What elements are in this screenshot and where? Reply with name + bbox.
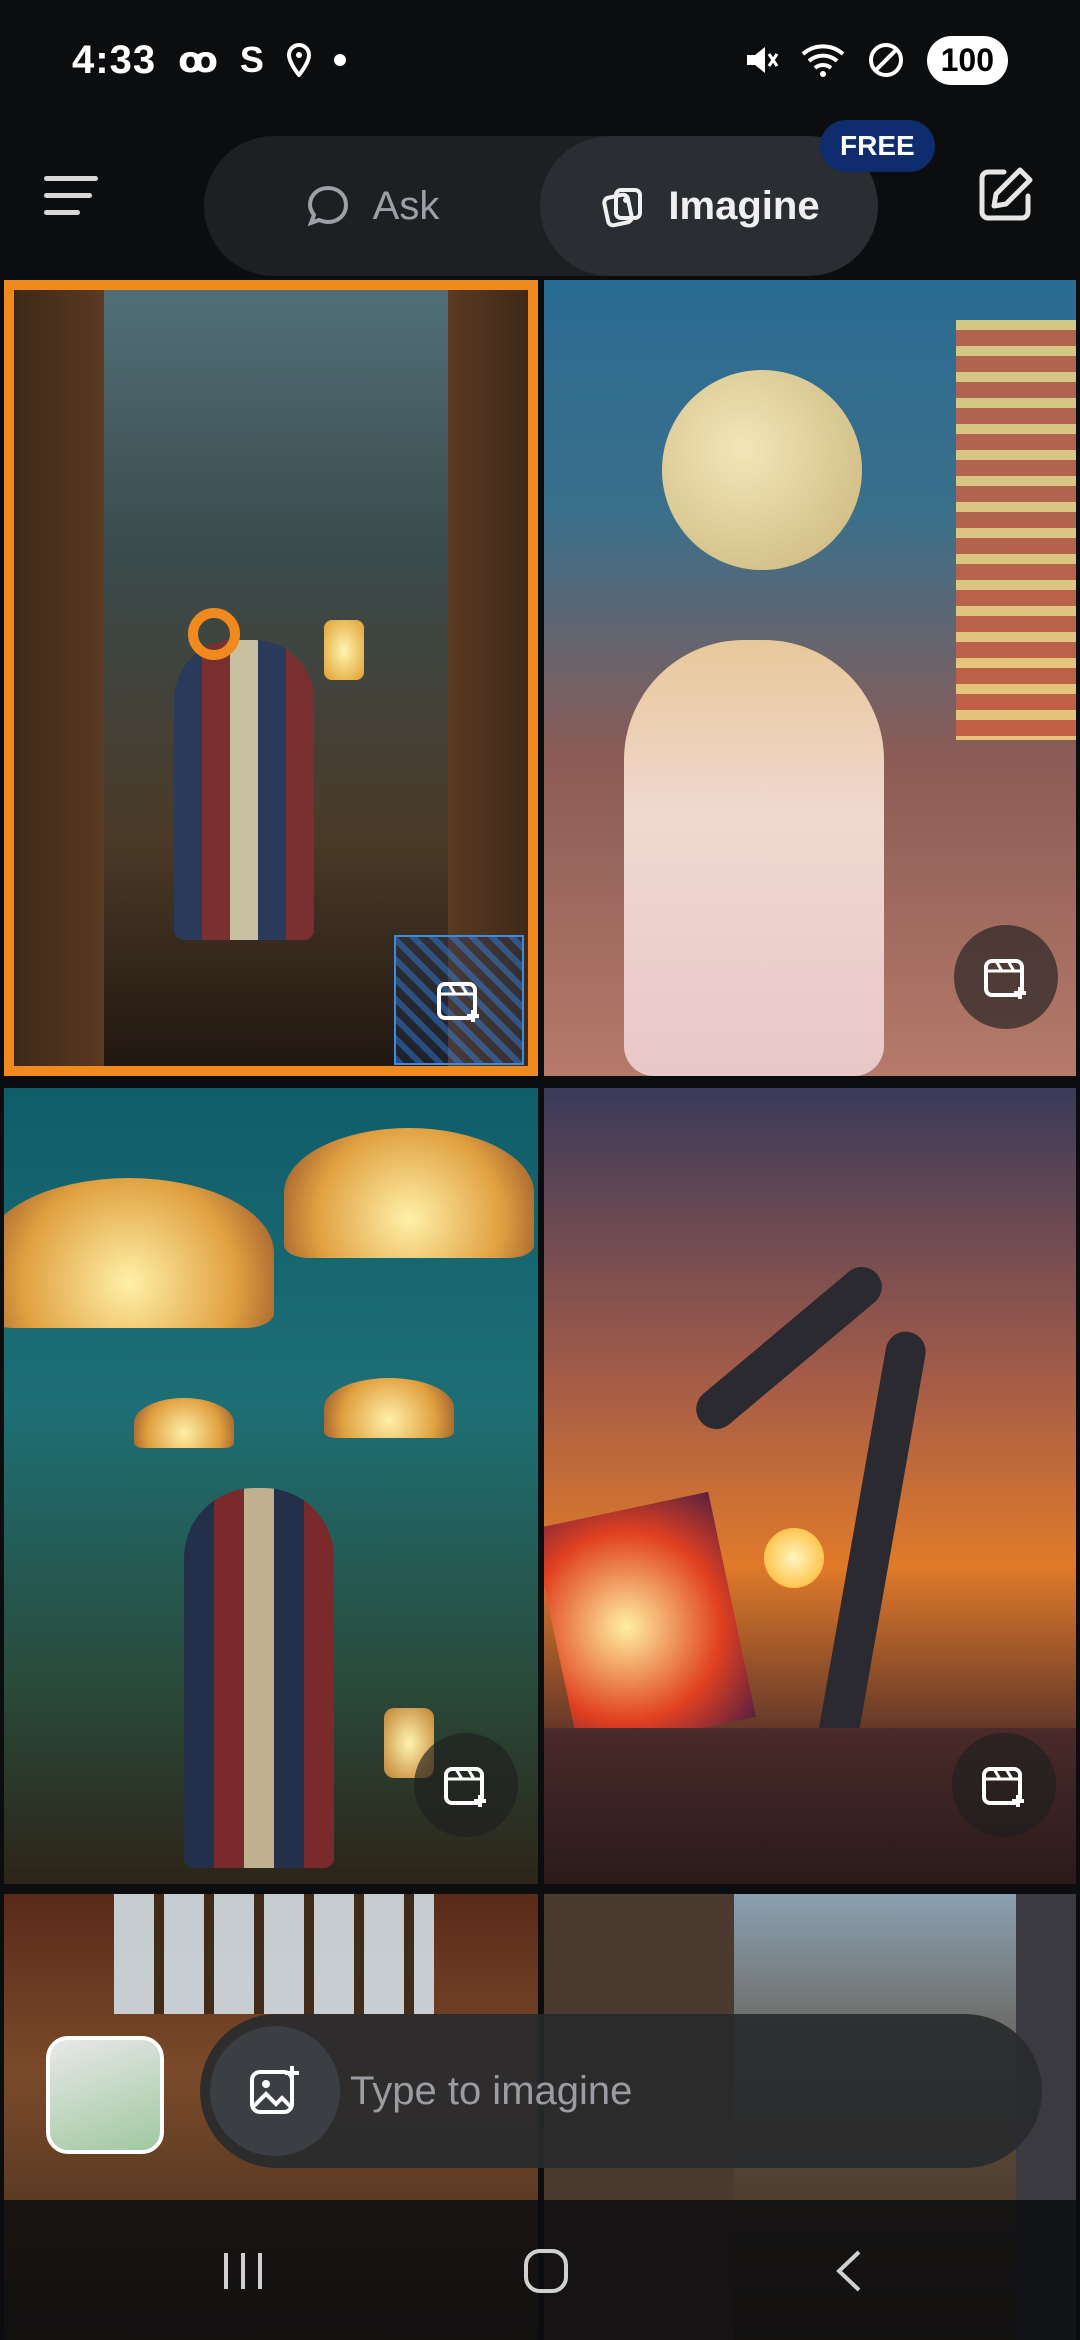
edit-icon[interactable] bbox=[970, 160, 1040, 230]
location-icon bbox=[286, 43, 311, 77]
reference-thumbnail[interactable] bbox=[46, 2036, 164, 2154]
dot-icon bbox=[333, 54, 346, 66]
recents-icon[interactable] bbox=[203, 2236, 283, 2306]
attach-image-button[interactable] bbox=[210, 2026, 340, 2156]
add-to-collection-button[interactable] bbox=[394, 935, 524, 1065]
imagine-icon bbox=[602, 188, 643, 228]
status-time: 4:33 bbox=[72, 37, 157, 82]
tab-imagine-label: Imagine bbox=[668, 183, 820, 228]
moon-illustration bbox=[662, 370, 862, 570]
s-icon: S bbox=[239, 39, 264, 80]
chat-bubble-icon bbox=[307, 185, 348, 227]
top-bar: Ask Imagine FREE bbox=[0, 120, 1080, 276]
mode-switcher: Ask Imagine bbox=[204, 136, 878, 276]
add-to-collection-button[interactable] bbox=[954, 925, 1058, 1029]
add-to-collection-button[interactable] bbox=[952, 1733, 1056, 1837]
add-to-collection-icon bbox=[982, 1767, 1024, 1807]
swirl-icon: ꝏ bbox=[178, 39, 218, 80]
focus-indicator bbox=[188, 608, 240, 660]
add-to-collection-icon bbox=[444, 1767, 486, 1807]
status-bar: 4:33 ꝏ S 100 bbox=[0, 0, 1080, 120]
system-nav-bar bbox=[0, 2200, 1080, 2340]
add-to-collection-icon bbox=[437, 982, 479, 1022]
back-icon[interactable] bbox=[809, 2236, 889, 2306]
gallery-tile[interactable] bbox=[4, 1088, 538, 1884]
prompt-input[interactable]: Type to imagine bbox=[350, 2014, 632, 2168]
gallery-tile[interactable] bbox=[544, 1088, 1076, 1884]
gallery-tile[interactable] bbox=[544, 280, 1076, 1076]
menu-icon[interactable] bbox=[44, 158, 118, 232]
image-plus-icon bbox=[250, 2066, 299, 2114]
home-icon[interactable] bbox=[506, 2236, 586, 2306]
battery-icon: 100 bbox=[926, 35, 1008, 85]
wifi-icon bbox=[801, 44, 844, 77]
mute-icon bbox=[746, 47, 778, 73]
sun-illustration bbox=[764, 1528, 824, 1588]
add-to-collection-icon bbox=[984, 959, 1026, 999]
free-badge: FREE bbox=[820, 120, 935, 172]
add-to-collection-button[interactable] bbox=[414, 1733, 518, 1837]
tab-ask-label: Ask bbox=[372, 183, 440, 228]
tab-ask[interactable]: Ask bbox=[204, 136, 540, 276]
gallery-tile[interactable] bbox=[4, 280, 538, 1076]
do-not-disturb-icon bbox=[868, 43, 903, 77]
